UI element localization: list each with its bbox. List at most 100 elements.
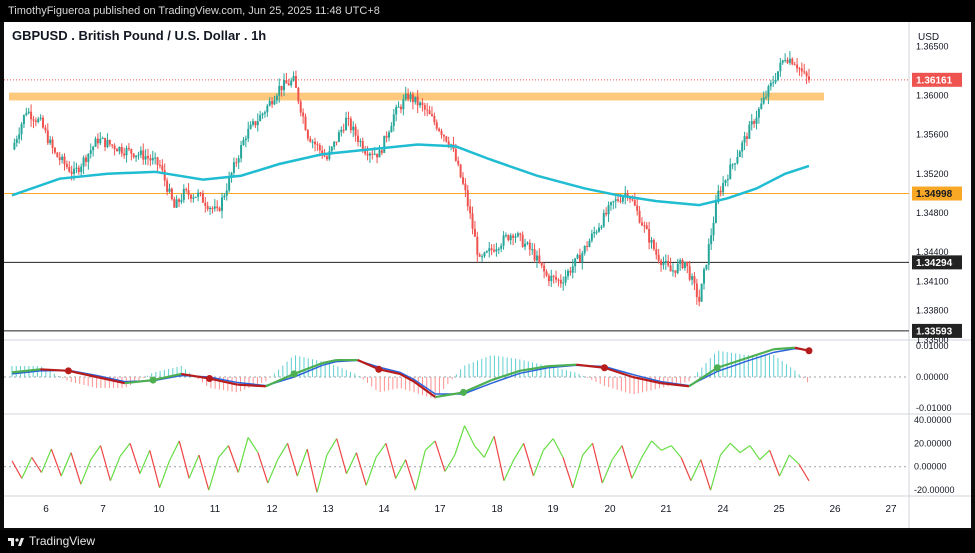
candle-body <box>645 225 648 230</box>
candle-body <box>445 136 448 142</box>
candle-body <box>151 157 154 161</box>
candle-body <box>459 164 462 178</box>
candle-body <box>729 164 732 180</box>
candle-body <box>314 141 317 145</box>
tradingview-brand[interactable]: TradingView <box>8 530 95 553</box>
candle-body <box>502 235 505 246</box>
candle-body <box>598 227 601 232</box>
level-price-label: 1.34998 <box>916 189 953 200</box>
candle-body <box>457 160 460 165</box>
oscillator-main-segment <box>773 346 795 351</box>
candle-body <box>614 199 617 202</box>
candle-body <box>51 139 54 148</box>
candle-body <box>94 138 97 147</box>
candle-body <box>476 236 479 255</box>
candle-body <box>640 222 643 226</box>
candle-body <box>287 83 290 86</box>
candle-body <box>421 102 424 106</box>
candle-body <box>182 188 185 200</box>
candle-body <box>657 254 660 261</box>
candle-body <box>595 231 598 233</box>
candle-body <box>516 233 519 237</box>
candle-body <box>469 206 472 214</box>
candle-body <box>600 226 603 228</box>
candle-body <box>714 202 717 223</box>
candle-body <box>354 126 357 136</box>
candle-body <box>158 164 161 166</box>
candle-body <box>559 279 562 284</box>
price-tick-label: 1.36000 <box>916 91 949 101</box>
candle-body <box>617 199 620 201</box>
candle-body <box>679 260 682 264</box>
candle-body <box>691 276 694 280</box>
candle-body <box>333 141 336 147</box>
candle-body <box>395 107 398 115</box>
candle-body <box>652 240 655 250</box>
candle-body <box>784 59 787 61</box>
time-tick-label: 17 <box>434 504 446 515</box>
candle-body <box>805 72 808 77</box>
candle-body <box>113 145 116 150</box>
time-tick-label: 11 <box>210 504 221 515</box>
candle-body <box>201 193 204 203</box>
candle-body <box>223 195 226 198</box>
candle-body <box>368 153 371 156</box>
candle-body <box>631 199 634 201</box>
candle-body <box>268 100 271 106</box>
chart-svg: 1.365001.360001.356001.352001.348001.344… <box>4 22 971 528</box>
tradingview-logo-icon <box>8 537 24 546</box>
resistance-zone-layer <box>9 92 824 101</box>
candle-body <box>442 134 445 137</box>
candle-body <box>662 262 665 266</box>
candle-body <box>576 254 579 259</box>
candle-body <box>168 188 171 192</box>
candle-body <box>206 205 209 210</box>
oscillator-tick-label: -0.01000 <box>916 403 952 413</box>
candle-body <box>700 283 703 302</box>
candle-body <box>414 96 417 103</box>
candle-body <box>166 180 169 192</box>
candle-body <box>493 249 496 252</box>
candle-body <box>213 206 216 209</box>
candle-body <box>283 80 286 91</box>
candle-body <box>366 153 369 156</box>
candle-body <box>192 197 195 199</box>
candle-body <box>545 271 548 276</box>
candle-body <box>347 117 350 119</box>
candle-body <box>667 261 670 266</box>
candle-body <box>769 82 772 87</box>
candle-body <box>304 116 307 131</box>
candle-body <box>187 190 190 195</box>
candle-body <box>745 136 748 139</box>
crossover-dot <box>713 364 721 372</box>
candle-body <box>404 93 407 100</box>
candle-body <box>232 162 235 173</box>
candle-body <box>500 245 503 249</box>
candle-body <box>254 121 257 126</box>
candle-body <box>478 254 481 257</box>
candle-body <box>748 124 751 139</box>
candle-body <box>664 261 667 263</box>
candle-body <box>411 94 414 103</box>
candle-body <box>199 192 202 194</box>
candle-body <box>481 256 484 258</box>
oscillator-tick-label: 0.00000 <box>916 372 949 382</box>
momentum-tick-label: 20.00000 <box>914 438 952 448</box>
candle-body <box>194 196 197 198</box>
candle-body <box>373 153 376 155</box>
candle-body <box>524 243 527 247</box>
candle-body <box>407 93 410 100</box>
candle-body <box>562 282 565 284</box>
candle-body <box>111 144 114 146</box>
candle-body <box>211 207 214 209</box>
candle-body <box>342 129 345 131</box>
candle-body <box>39 117 42 119</box>
candle-body <box>397 106 400 108</box>
candle-body <box>104 137 107 147</box>
oscillator-main-segment <box>547 363 577 368</box>
candle-body <box>757 108 760 118</box>
candle-body <box>526 242 529 244</box>
crossover-dot <box>375 365 383 373</box>
candle-body <box>409 94 412 100</box>
candle-body <box>61 156 64 161</box>
